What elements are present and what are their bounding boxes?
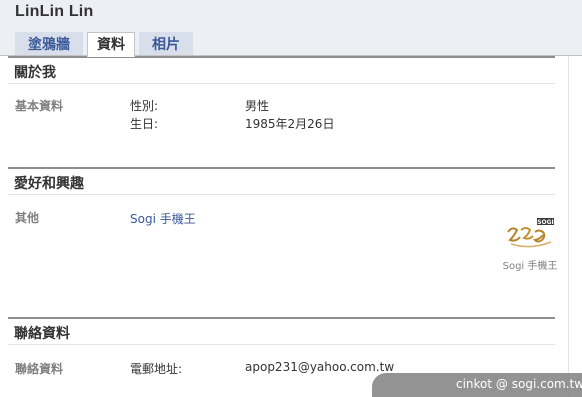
- section-contact-header: 聯絡資料: [8, 317, 555, 345]
- email-value[interactable]: apop231@yahoo.com.tw: [245, 360, 394, 374]
- logo-swirl-1: [507, 227, 521, 242]
- section-about-header: 關於我: [8, 56, 555, 84]
- section-contact-title: 聯絡資料: [14, 326, 70, 342]
- section-interests-header: 愛好和興趣: [8, 167, 555, 195]
- watermark-text: cinkot @ sogi.com.tw: [456, 377, 582, 391]
- birthday-label: 生日:: [130, 117, 159, 131]
- contact-info-label: 聯絡資料: [15, 362, 64, 376]
- gender-value: 男性: [245, 99, 270, 113]
- logo-underline: [510, 241, 552, 248]
- basic-info-label: 基本資料: [15, 99, 64, 113]
- section-about-title: 關於我: [14, 65, 56, 81]
- section-interests-title: 愛好和興趣: [14, 176, 84, 192]
- tab-photos[interactable]: 相片: [139, 32, 193, 56]
- sogi-link[interactable]: Sogi 手機王: [130, 210, 196, 227]
- logo-swirl-3: [532, 229, 546, 243]
- sogi-logo-caption[interactable]: Sogi 手機王: [500, 260, 560, 273]
- logo-swirl-2: [520, 227, 534, 240]
- profile-name[interactable]: LinLin Lin: [15, 3, 93, 21]
- tab-info[interactable]: 資料: [87, 32, 135, 57]
- tab-wall[interactable]: 塗鴉牆: [15, 32, 83, 56]
- email-label: 電郵地址:: [130, 362, 183, 376]
- sogi-logo[interactable]: SOGI: [505, 216, 555, 250]
- scrollbar-gutter: [568, 56, 582, 397]
- gender-label: 性別:: [130, 99, 159, 113]
- birthday-value: 1985年2月26日: [245, 117, 335, 131]
- sogi-badge-text: SOGI: [537, 219, 554, 226]
- other-label: 其他: [15, 211, 40, 225]
